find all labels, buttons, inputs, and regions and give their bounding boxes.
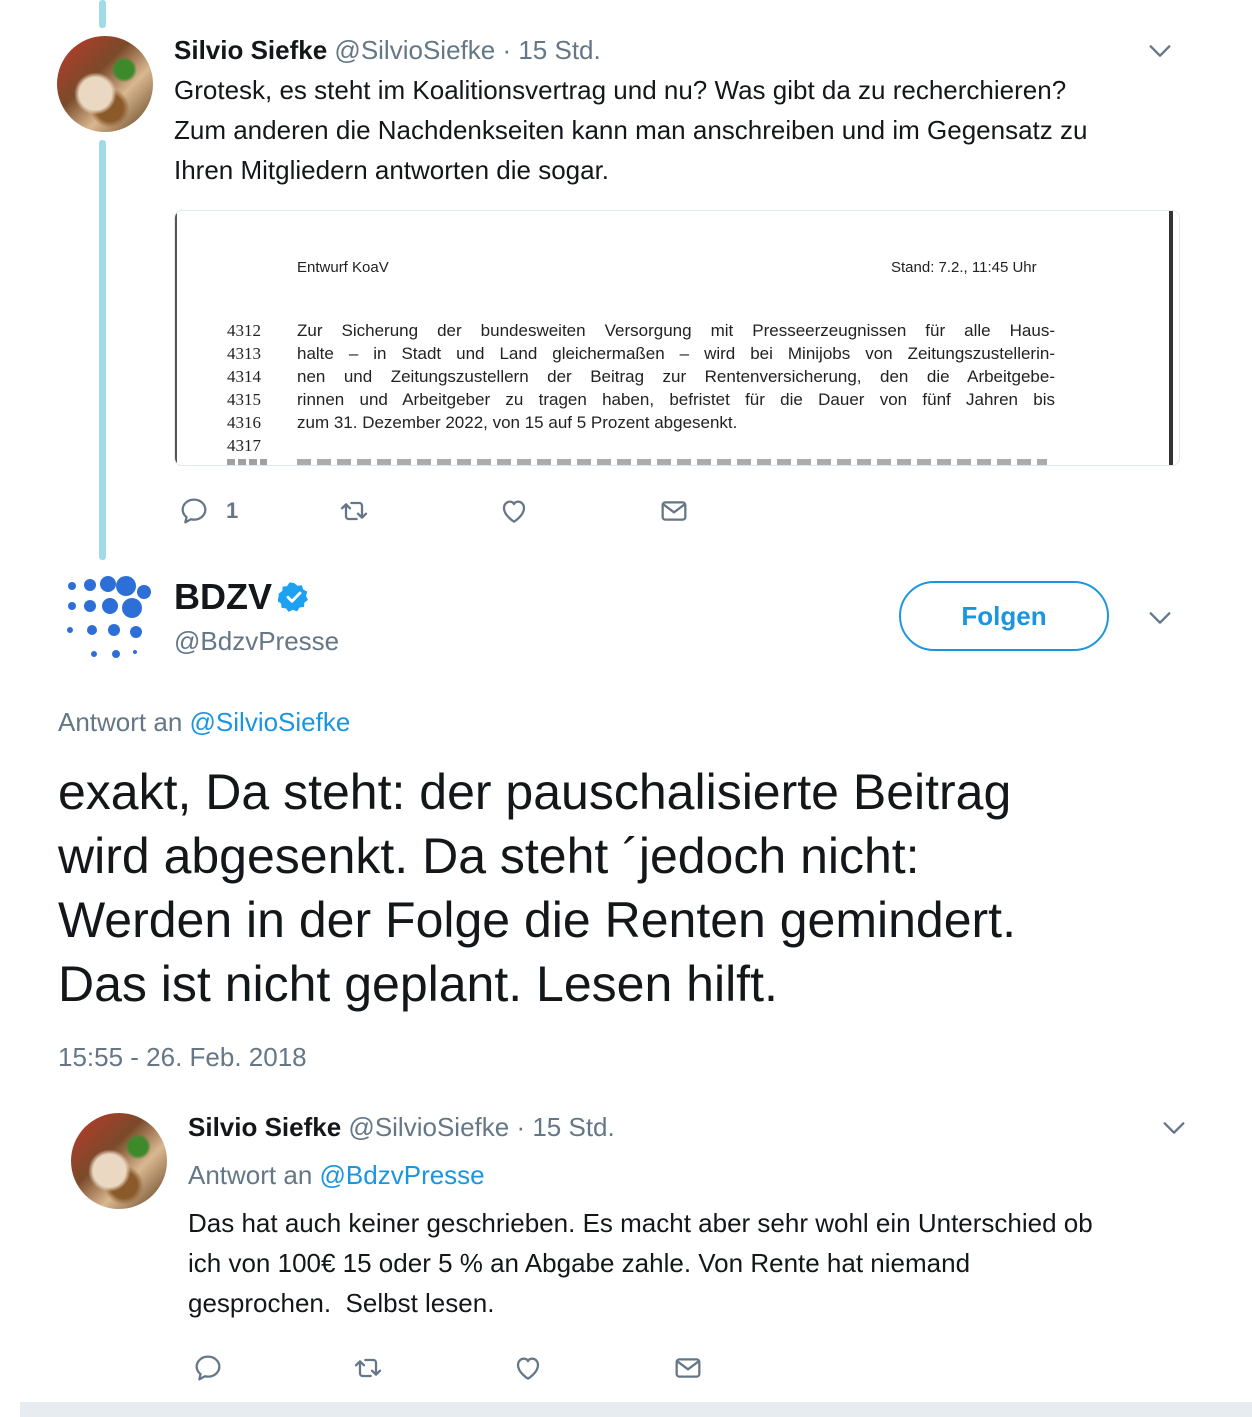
tweet-text-line: wird abgesenkt. Da steht ´jedoch nicht: [58, 828, 920, 884]
reply-target-link[interactable]: @SilvioSiefke [190, 707, 351, 737]
message-icon [675, 1358, 701, 1378]
thread-line-main [99, 140, 106, 560]
line-number: 4317 [227, 436, 261, 455]
tweet-actions: 1 [174, 493, 774, 529]
line-number: 4314 [227, 367, 261, 386]
retweet-icon [340, 501, 368, 521]
document-line: 4315 rinnen und Arbeitgeber zu tragen ha… [177, 390, 1077, 413]
tweet-time[interactable]: · 15 Std. [516, 1112, 614, 1142]
author-name[interactable]: BDZV [174, 576, 272, 618]
line-text: nen und Zeitungszustellern der Beitrag z… [297, 367, 1055, 386]
tweet-text-line: exakt, Da steht: der pauschalisierte Bei… [58, 764, 1012, 820]
thread-line-top [99, 0, 106, 28]
retweet-button[interactable] [338, 493, 370, 529]
line-number: 4313 [227, 344, 261, 363]
like-icon [516, 1357, 540, 1380]
reply-icon [181, 498, 207, 524]
document-excerpt: Entwurf KoaV Stand: 7.2., 11:45 Uhr 4312… [175, 211, 1173, 465]
document-line: 4312 Zur Sicherung der bundesweiten Vers… [177, 321, 1077, 344]
like-button[interactable] [498, 493, 530, 529]
retweet-icon [354, 1358, 382, 1378]
message-button[interactable] [672, 1350, 704, 1386]
tweet-text-line: Das ist nicht geplant. Lesen hilft. [58, 956, 778, 1012]
tweet-text-line: Zum anderen die Nachdenkseiten kann man … [174, 115, 1088, 145]
document-line: 4317 [177, 436, 1077, 459]
line-number: 4316 [227, 413, 261, 432]
cropped-line-text [297, 459, 1047, 465]
chevron-down-icon[interactable] [1146, 37, 1174, 65]
tweet-time[interactable]: · 15 Std. [502, 35, 600, 65]
tweet-text: Das hat auch keiner geschrieben. Es mach… [188, 1203, 1208, 1323]
tweet-text-line: Das hat auch keiner geschrieben. Es mach… [188, 1208, 1093, 1238]
media-image[interactable]: Entwurf KoaV Stand: 7.2., 11:45 Uhr 4312… [174, 210, 1180, 466]
reply-context: Antwort an @SilvioSiefke [58, 707, 350, 738]
reply-prefix: Antwort an [188, 1160, 313, 1190]
line-number: 4312 [227, 321, 261, 340]
reply-icon [195, 1355, 221, 1381]
reply-target-link[interactable]: @BdzvPresse [320, 1160, 485, 1190]
line-text: halte – in Stadt und Land gleichermaßen … [297, 344, 1055, 363]
tweet-text-line: Grotesk, es steht im Koalitionsvertrag u… [174, 75, 1067, 105]
line-number: 4315 [227, 390, 261, 409]
main-tweet-text: exakt, Da steht: der pauschalisierte Bei… [58, 760, 1208, 1016]
tweet-text-line: gesprochen. Selbst lesen. [188, 1288, 495, 1318]
reply-prefix: Antwort an [58, 707, 183, 737]
tweet-timestamp[interactable]: 15:55 - 26. Feb. 2018 [58, 1042, 307, 1073]
line-text: rinnen und Arbeitgeber zu tragen haben, … [297, 390, 1055, 409]
message-icon [661, 501, 687, 521]
tweet-text: Grotesk, es steht im Koalitionsvertrag u… [174, 70, 1194, 190]
tweet-text-line: ich von 100€ 15 oder 5 % an Abgabe zahle… [188, 1248, 971, 1278]
chevron-down-icon[interactable] [1160, 1114, 1188, 1142]
tweet-header: Silvio Siefke @SilvioSiefke · 15 Std. [174, 35, 601, 66]
verified-icon [278, 582, 308, 612]
reply-button[interactable] [192, 1350, 224, 1386]
document-line: 4316 zum 31. Dezember 2022, von 15 auf 5… [177, 413, 1077, 436]
author-handle[interactable]: @SilvioSiefke [348, 1112, 509, 1142]
like-button[interactable] [512, 1350, 544, 1386]
reply-context: Antwort an @BdzvPresse [188, 1160, 485, 1191]
message-button[interactable] [658, 493, 690, 529]
line-text: Zur Sicherung der bundesweiten Versorgun… [297, 321, 1055, 340]
bottom-divider [20, 1402, 1252, 1417]
document-header-right: Stand: 7.2., 11:45 Uhr [891, 259, 1037, 276]
reply-count: 1 [226, 498, 239, 523]
avatar[interactable] [57, 36, 153, 132]
chevron-down-icon[interactable] [1146, 604, 1174, 632]
tweet-text-line: Ihren Mitgliedern antworten die sogar. [174, 155, 610, 185]
document-line: 4313 halte – in Stadt und Land gleicherm… [177, 344, 1077, 367]
tweet-actions [188, 1350, 788, 1386]
retweet-button[interactable] [352, 1350, 384, 1386]
author-name[interactable]: Silvio Siefke [188, 1112, 341, 1142]
cropped-line-number [227, 459, 267, 465]
author-handle[interactable]: @BdzvPresse [174, 626, 339, 657]
author-handle[interactable]: @SilvioSiefke [334, 35, 495, 65]
bdzv-logo[interactable] [60, 574, 156, 666]
like-icon [502, 500, 526, 523]
document-header-left: Entwurf KoaV [297, 259, 389, 276]
author-name[interactable]: Silvio Siefke [174, 35, 327, 65]
avatar[interactable] [71, 1113, 167, 1209]
document-line: 4314 nen und Zeitungszustellern der Beit… [177, 367, 1077, 390]
reply-button[interactable]: 1 [178, 493, 238, 529]
tweet-text-line: Werden in der Folge die Renten gemindert… [58, 892, 1016, 948]
follow-button[interactable]: Folgen [899, 581, 1109, 651]
line-text: zum 31. Dezember 2022, von 15 auf 5 Proz… [297, 413, 738, 432]
tweet-header: Silvio Siefke @SilvioSiefke · 15 Std. [188, 1112, 615, 1143]
